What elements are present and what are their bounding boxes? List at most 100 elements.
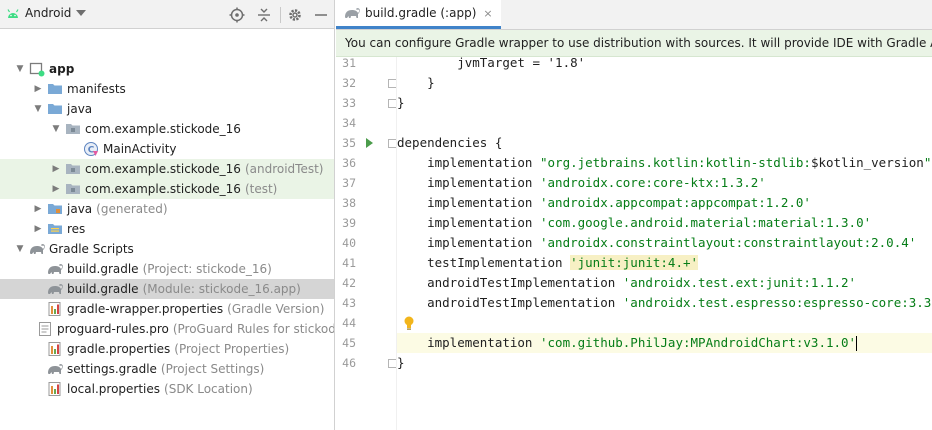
string-literal: 'junit:junit:4.+' <box>570 255 699 270</box>
code-token: implementation <box>397 155 540 170</box>
code-token: } <box>397 75 435 90</box>
tree-item-label: build.gradle <box>67 262 139 276</box>
collapse-arrow-icon[interactable]: ▶ <box>51 184 61 194</box>
code-line[interactable]: } <box>397 73 932 93</box>
tree-item[interactable]: ▼ java <box>0 99 334 119</box>
gradle-icon <box>29 241 45 257</box>
tree-item-label: settings.gradle <box>67 362 157 376</box>
tree-item-label: proguard-rules.pro <box>57 322 169 336</box>
tree-item[interactable]: settings.gradle (Project Settings) <box>0 359 334 379</box>
tree-item-meta: (Gradle Version) <box>227 302 325 316</box>
collapse-arrow-icon[interactable]: ▶ <box>33 224 43 234</box>
tree-item[interactable]: ▶ java (generated) <box>0 199 334 219</box>
tree-item[interactable]: build.gradle (Project: stickode_16) <box>0 259 334 279</box>
run-gutter-icon[interactable] <box>366 138 373 148</box>
tree-item-label: build.gradle <box>67 282 139 296</box>
editor-area: build.gradle (:app) × You can configure … <box>336 0 932 430</box>
project-toolbar: Android <box>0 0 334 29</box>
code-line[interactable]: } <box>397 93 932 113</box>
collapse-arrow-icon[interactable]: ▶ <box>33 84 43 94</box>
tree-item[interactable]: ▶ com.example.stickode_16 (test) <box>0 179 334 199</box>
tree-item-label: Gradle Scripts <box>49 242 134 256</box>
text-caret <box>856 336 858 351</box>
tree-item-meta: (Module: stickode_16.app) <box>142 282 301 296</box>
line-number: 34 <box>342 116 356 130</box>
tree-item[interactable]: ▼ app <box>0 59 334 79</box>
tree-item[interactable]: local.properties (SDK Location) <box>0 379 334 399</box>
string-literal: 'androidx.test.ext:junit:1.1.2' <box>622 275 857 290</box>
string-literal: "org.jetbrains.kotlin:kotlin-stdlib: <box>540 155 811 170</box>
tree-item-meta: (generated) <box>96 202 168 216</box>
code-token: implementation <box>397 175 540 190</box>
code-token: implementation <box>397 335 540 350</box>
code-lines[interactable]: jvmTarget = '1.8' }} dependencies { imple… <box>397 55 932 430</box>
line-number: 42 <box>342 276 356 290</box>
tree-item-label: com.example.stickode_16 <box>85 162 241 176</box>
tree-item-meta: (test) <box>244 182 278 196</box>
code-token: androidTestImplementation <box>397 275 623 290</box>
crosshair-icon[interactable] <box>229 7 245 23</box>
expand-arrow-icon[interactable]: ▼ <box>15 244 25 254</box>
tree-item[interactable]: proguard-rules.pro (ProGuard Rules for st… <box>0 319 334 339</box>
folder-icon <box>47 81 63 97</box>
close-icon[interactable]: × <box>483 7 492 20</box>
code-line[interactable]: jvmTarget = '1.8' <box>397 53 932 73</box>
expand-arrow-icon[interactable]: ▼ <box>15 64 25 74</box>
package-icon <box>65 181 81 197</box>
line-number: 45 <box>342 336 356 350</box>
code-line[interactable] <box>397 313 932 333</box>
tree-item[interactable]: ▶ com.example.stickode_16 (androidTest) <box>0 159 334 179</box>
collapse-arrow-icon[interactable]: ▶ <box>33 204 43 214</box>
tree-item[interactable]: gradle-wrapper.properties (Gradle Version… <box>0 299 334 319</box>
tree-item[interactable]: build.gradle (Module: stickode_16.app) <box>0 279 334 299</box>
collapse-all-icon[interactable] <box>256 7 272 23</box>
code-line[interactable]: implementation 'com.github.PhilJay:MPAnd… <box>397 333 932 353</box>
tree-item[interactable]: ▶ res <box>0 219 334 239</box>
tree-item-label: manifests <box>67 82 126 96</box>
tree-item[interactable]: ▼ com.example.stickode_16 <box>0 119 334 139</box>
code-token: implementation <box>397 215 540 230</box>
string-literal: 'com.github.PhilJay:MPAndroidChart:v3.1.… <box>540 335 857 350</box>
code-line[interactable]: testImplementation 'junit:junit:4.+' <box>397 253 932 273</box>
package-icon <box>65 121 81 137</box>
tree-item-label: gradle-wrapper.properties <box>67 302 224 316</box>
line-number: 37 <box>342 176 356 190</box>
code-line[interactable]: implementation 'androidx.core:core-ktx:1… <box>397 173 932 193</box>
line-number: 41 <box>342 256 356 270</box>
string-literal: 'androidx.test.espresso:espresso-core:3.… <box>622 295 932 310</box>
code-line[interactable]: implementation 'androidx.appcompat:appco… <box>397 193 932 213</box>
string-literal: 'androidx.constraintlayout:constraintlay… <box>540 235 917 250</box>
project-view-selector[interactable]: Android <box>6 6 87 20</box>
code-token: } <box>397 355 405 370</box>
code-line[interactable]: androidTestImplementation 'androidx.test… <box>397 273 932 293</box>
properties-icon <box>47 341 63 357</box>
tree-item[interactable]: C MainActivity <box>0 139 334 159</box>
tree-item[interactable]: gradle.properties (Project Properties) <box>0 339 334 359</box>
minimize-icon[interactable] <box>313 7 329 23</box>
gear-icon[interactable] <box>287 7 303 23</box>
tab-build-gradle-app[interactable]: build.gradle (:app) × <box>336 0 501 29</box>
tree-item-meta: (ProGuard Rules for stickode_16.a <box>172 322 334 336</box>
code-line[interactable]: implementation 'com.google.android.mater… <box>397 213 932 233</box>
svg-text:C: C <box>88 146 95 156</box>
line-number: 43 <box>342 296 356 310</box>
line-number: 46 <box>342 356 356 370</box>
code-line[interactable]: implementation 'androidx.constraintlayou… <box>397 233 932 253</box>
code-line[interactable]: androidTestImplementation 'androidx.test… <box>397 293 932 313</box>
code-line[interactable] <box>397 113 932 133</box>
code-editor[interactable]: 31 32 33 34 35 36 37 38 39 40 41 42 43 44 45 46 jvmTarg… <box>336 55 932 430</box>
package-icon <box>65 161 81 177</box>
tree-item[interactable]: ▶ manifests <box>0 79 334 99</box>
gradle-icon <box>47 261 63 277</box>
line-number: 40 <box>342 236 356 250</box>
expand-arrow-icon[interactable]: ▼ <box>51 124 61 134</box>
code-line[interactable]: dependencies { <box>397 133 932 153</box>
code-line[interactable]: implementation "org.jetbrains.kotlin:kot… <box>397 153 932 173</box>
collapse-arrow-icon[interactable]: ▶ <box>51 164 61 174</box>
expand-arrow-icon[interactable]: ▼ <box>33 104 43 114</box>
tree-item[interactable]: ▼ Gradle Scripts <box>0 239 334 259</box>
gradle-icon <box>47 361 63 377</box>
code-line[interactable]: } <box>397 353 932 373</box>
